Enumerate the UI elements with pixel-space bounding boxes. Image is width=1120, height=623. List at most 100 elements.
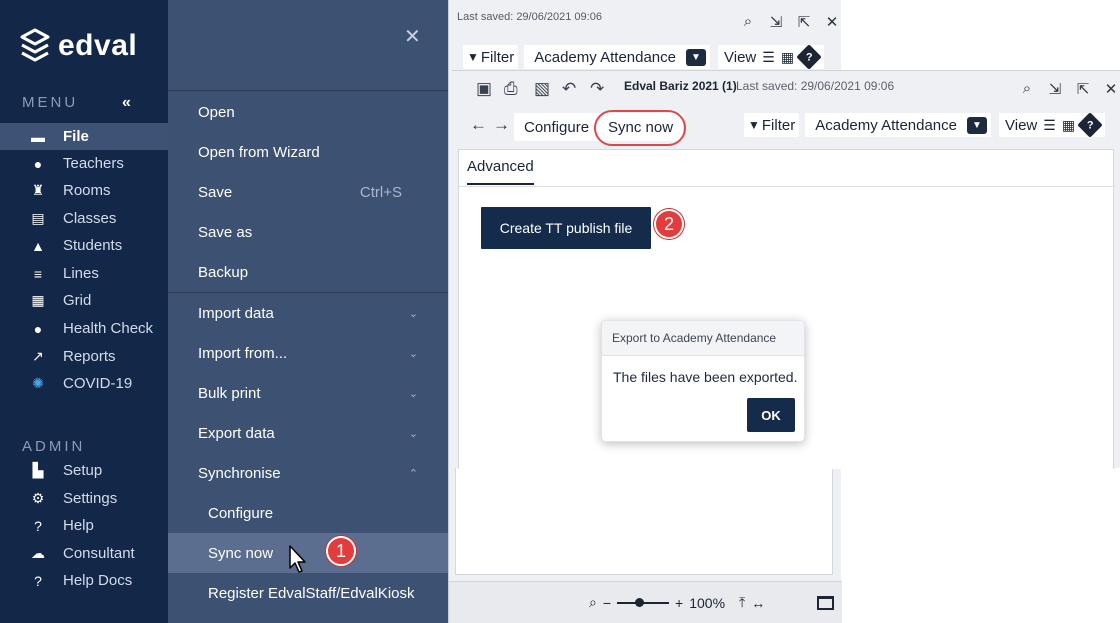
table-view-icon[interactable]: ▦ (1062, 117, 1075, 134)
view-menu[interactable]: View ☰ ▦ ? (999, 112, 1106, 138)
dock-icon[interactable]: ⇲ (1046, 80, 1064, 98)
sidebar-item-grid[interactable]: ▦ Grid (0, 287, 168, 314)
menu-item-bulk-print[interactable]: Bulk print ⌄ (168, 373, 448, 413)
building-icon: ▙ (32, 462, 44, 478)
list-view-icon[interactable]: ☰ (1043, 117, 1056, 134)
sidebar-item-help[interactable]: ? Help (0, 512, 168, 539)
filter-select[interactable]: Academy Attendance ▼ (805, 113, 991, 137)
sidebar-item-label: Setup (63, 462, 103, 479)
tab-configure[interactable]: Configure (514, 113, 600, 141)
menu-item-label: Save (198, 183, 233, 201)
save-icon[interactable]: ▣ (476, 79, 492, 99)
sidebar-item-label: Lines (63, 265, 99, 282)
menu-item-sync-now[interactable]: Sync now (168, 533, 448, 573)
sidebar-item-lines[interactable]: ≡ Lines (0, 260, 168, 287)
menu-item-import-from[interactable]: Import from... ⌄ (168, 333, 448, 373)
view-label: View (1005, 116, 1038, 134)
menu-item-open-from-wizard[interactable]: Open from Wizard (168, 132, 448, 172)
menu-item-import-data[interactable]: Import data ⌄ (168, 293, 448, 333)
ok-button[interactable]: OK (747, 398, 795, 432)
filter-label: Filter (761, 116, 796, 134)
zoom-slider-thumb[interactable] (635, 597, 645, 607)
fit-width-icon[interactable]: ↔ (751, 595, 765, 611)
sidebar-item-rooms[interactable]: ♜ Rooms (0, 177, 168, 204)
lines-icon: ≡ (33, 265, 43, 282)
menu-item-configure[interactable]: Configure (168, 493, 448, 533)
print-icon[interactable]: ⎙ (504, 79, 518, 99)
funnel-icon: ▼ (748, 118, 760, 132)
zoom-search-icon[interactable]: ⌕ (589, 594, 597, 611)
popout-icon[interactable]: ⇱ (795, 13, 813, 31)
file-menu-panel: ✕ Open Open from Wizard Save Ctrl+S Save… (168, 0, 448, 623)
dock-icon[interactable]: ⇲ (767, 13, 785, 31)
redo-icon[interactable]: ↷ (590, 79, 604, 99)
zoom-out-icon[interactable]: − (603, 595, 611, 611)
menu-item-save-as[interactable]: Save as (168, 212, 448, 252)
edval-logo[interactable]: edval (20, 28, 137, 64)
sidebar-item-classes[interactable]: ▤ Classes (0, 205, 168, 232)
sidebar-item-file[interactable]: ▬ File (0, 123, 168, 150)
grid-icon: ▦ (31, 292, 45, 308)
view-menu[interactable]: View ☰ ▦ ? (718, 44, 825, 70)
search-icon[interactable]: ⌕ (1018, 80, 1036, 98)
zoom-in-icon[interactable]: + (675, 595, 683, 611)
menu-item-open[interactable]: Open (168, 92, 448, 132)
chevron-down-icon: ⌄ (408, 427, 418, 440)
sidebar-item-teachers[interactable]: ● Teachers (0, 150, 168, 177)
menu-item-label: Register EdvalStaff/EdvalKiosk (208, 584, 415, 602)
popout-icon[interactable]: ⇱ (1074, 80, 1092, 98)
sidebar-item-consultant[interactable]: ☁ Consultant (0, 540, 168, 567)
edval-logo-icon (20, 28, 50, 62)
close-icon[interactable]: ✕ (404, 24, 421, 49)
undo-icon[interactable]: ↶ (562, 79, 576, 99)
dialog-title: Export to Academy Attendance (602, 321, 804, 356)
sidebar-item-reports[interactable]: ↗ Reports (0, 343, 168, 370)
menu-item-label: Import data (198, 304, 274, 322)
help-icon[interactable]: ? (1077, 112, 1103, 138)
brand-name: edval (58, 29, 138, 62)
help-bubble-icon: ? (34, 517, 42, 534)
sidebar-item-students[interactable]: ▲ Students (0, 232, 168, 259)
filter-button[interactable]: ▼ Filter (744, 113, 800, 137)
export-excel-icon[interactable]: ▧ (534, 79, 550, 99)
sidebar-item-label: Classes (63, 210, 117, 227)
help-icon[interactable]: ? (796, 44, 822, 70)
menu-item-export-data[interactable]: Export data ⌄ (168, 413, 448, 453)
search-icon[interactable]: ⌕ (739, 13, 757, 31)
back-forward-arrows[interactable]: ←→ (470, 115, 516, 135)
table-view-icon[interactable]: ▦ (781, 49, 794, 66)
sidebar-item-health-check[interactable]: ● Health Check (0, 315, 168, 342)
list-view-icon[interactable]: ☰ (762, 49, 775, 66)
chair-icon: ♜ (31, 182, 45, 198)
step-marker-2: 2 (654, 209, 684, 239)
front-window: ▣ ⎙ ▧ ↶ ↷ Edval Bariz 2021 (1) Last save… (452, 70, 1120, 469)
book-icon: ▤ (31, 210, 45, 226)
tab-advanced[interactable]: Advanced (467, 158, 534, 185)
maximize-icon[interactable] (817, 596, 834, 610)
menu-item-register-edvalstaff[interactable]: Register EdvalStaff/EdvalKiosk (168, 573, 448, 613)
zoom-slider[interactable] (617, 597, 670, 607)
fit-height-icon[interactable]: ⤒ (739, 594, 745, 611)
sidebar-item-covid-19[interactable]: ✺ COVID-19 (0, 370, 168, 397)
sidebar-item-label: Settings (63, 490, 118, 507)
close-icon[interactable]: ✕ (823, 13, 841, 31)
chevron-down-icon: ▼ (967, 116, 987, 134)
close-icon[interactable]: ✕ (1102, 80, 1120, 98)
graduation-cap-icon: ▲ (31, 237, 45, 254)
menu-item-synchronise[interactable]: Synchronise ⌃ (168, 453, 448, 493)
menu-item-label: Save as (198, 223, 253, 241)
filter-button[interactable]: ▼ Filter (463, 45, 519, 69)
menu-item-save[interactable]: Save Ctrl+S (168, 172, 448, 212)
last-saved-text: Last saved: 29/06/2021 09:06 (457, 11, 602, 23)
chevron-down-icon: ⌄ (408, 387, 418, 400)
sidebar-item-label: Grid (63, 292, 92, 309)
sidebar-item-help-docs[interactable]: ? Help Docs (0, 567, 168, 594)
create-tt-publish-file-button[interactable]: Create TT publish file (481, 207, 651, 249)
sidebar-item-settings[interactable]: ⚙ Settings (0, 485, 168, 512)
sidebar-item-setup[interactable]: ▙ Setup (0, 457, 168, 484)
filter-select[interactable]: Academy Attendance ▼ (524, 45, 710, 69)
menu-item-backup[interactable]: Backup (168, 252, 448, 292)
chevron-up-icon: ⌃ (408, 467, 418, 480)
collapse-menu-icon[interactable]: « (122, 94, 131, 112)
menu-section-label: MENU (22, 94, 79, 111)
